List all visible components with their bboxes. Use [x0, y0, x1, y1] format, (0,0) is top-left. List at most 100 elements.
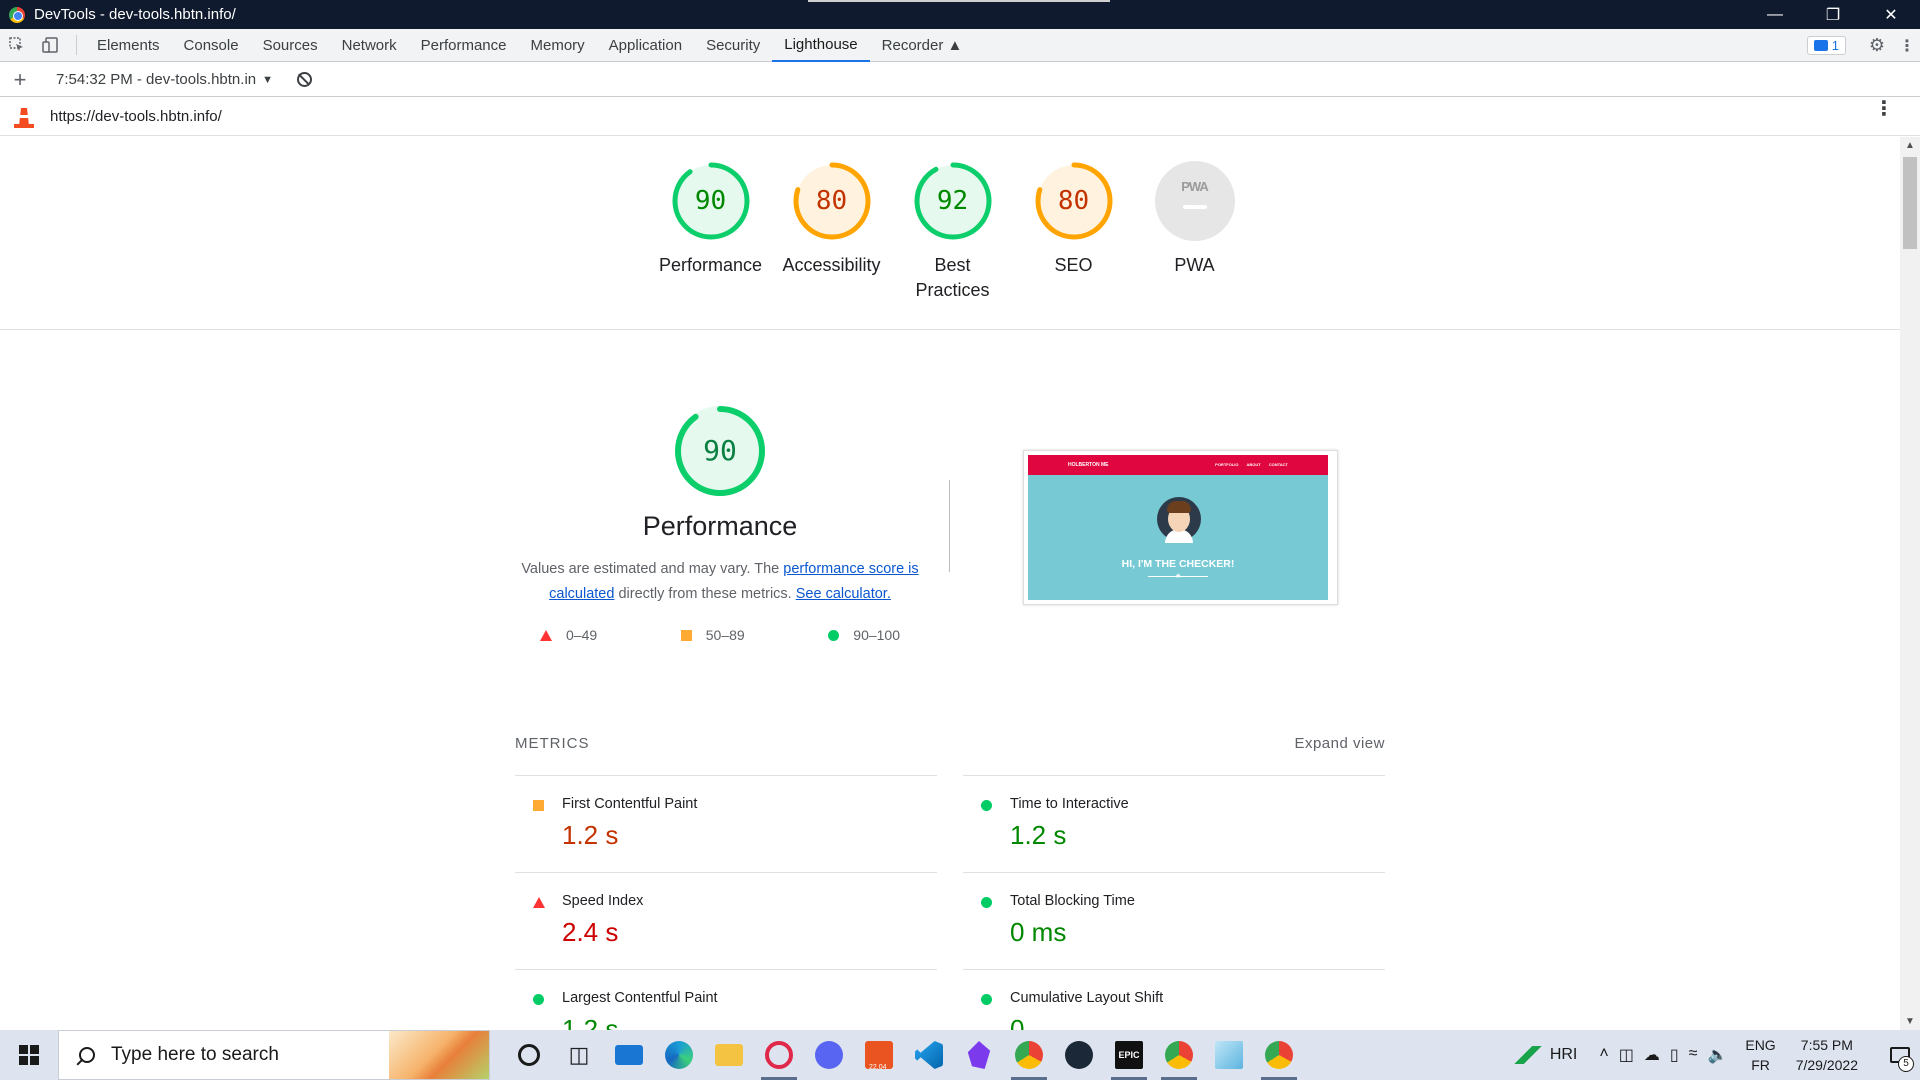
new-report-icon[interactable]: + [0, 67, 40, 93]
gauge-accessibility[interactable]: 80 Accessibility [771, 161, 892, 303]
tab-network[interactable]: Network [330, 29, 409, 62]
chrome-profile-icon[interactable] [1154, 1030, 1204, 1080]
report-menu-icon[interactable]: ⋮ [1874, 99, 1894, 119]
avatar [1157, 497, 1201, 543]
mail-icon[interactable] [604, 1030, 654, 1080]
clock-date: 7/29/2022 [1795, 1057, 1858, 1073]
metrics-grid: First Contentful Paint 1.2 s Time to Int… [515, 775, 1385, 1030]
tab-security[interactable]: Security [694, 29, 772, 62]
expand-view-toggle[interactable]: Expand view [1294, 735, 1385, 752]
gauge-label: Performance [658, 255, 763, 275]
tab-recorder-label: Recorder [881, 36, 944, 54]
scroll-down-icon[interactable]: ▼ [1905, 1016, 1915, 1027]
triangle-icon [540, 629, 552, 641]
tray-app-hri[interactable]: HRI [1513, 1046, 1578, 1064]
ubuntu-icon[interactable]: 22.04 [854, 1030, 904, 1080]
settings-icon[interactable]: ⚙ [1860, 29, 1894, 62]
edge-icon[interactable] [654, 1030, 704, 1080]
minimize-button[interactable]: — [1746, 0, 1804, 29]
lighthouse-logo-icon [14, 104, 34, 128]
performance-description: Values are estimated and may vary. The p… [510, 557, 930, 607]
vscode-icon[interactable] [904, 1030, 954, 1080]
gauge-score: 80 [815, 186, 848, 216]
report-select[interactable]: 7:54:32 PM - dev-tools.hbtn.in ▼ [40, 71, 273, 88]
restore-button[interactable]: ❐ [1804, 0, 1862, 29]
metric-title: Cumulative Layout Shift [1010, 990, 1164, 1006]
chrome-devtools-icon[interactable] [1254, 1030, 1304, 1080]
report-url-bar: https://dev-tools.hbtn.info/ ⋮ [0, 97, 1920, 136]
steam-icon[interactable] [1054, 1030, 1104, 1080]
gear-icon: ⚙ [1868, 35, 1886, 55]
screenshot-page: HOLBERTON ME PORTFOLIO ABOUT CONTACT HI,… [1028, 455, 1328, 600]
taskbar-search[interactable]: Type here to search [58, 1030, 490, 1080]
taskbar-clock[interactable]: 7:55 PM 7/29/2022 [1796, 1035, 1858, 1075]
gauge-best-practices[interactable]: 92 Best Practices [892, 161, 1013, 303]
tray-app-label: HRI [1549, 1046, 1578, 1063]
tab-console[interactable]: Console [172, 29, 251, 62]
tab-application[interactable]: Application [597, 29, 694, 62]
metric-title: Largest Contentful Paint [562, 990, 718, 1006]
inspect-element-icon[interactable] [0, 29, 34, 62]
final-screenshot[interactable]: HOLBERTON ME PORTFOLIO ABOUT CONTACT HI,… [1023, 450, 1338, 605]
obsidian-icon[interactable] [954, 1030, 1004, 1080]
square-icon [680, 629, 692, 641]
tab-elements[interactable]: Elements [85, 29, 172, 62]
volume-icon[interactable]: 🔈 [1707, 1045, 1727, 1065]
title-strip [808, 0, 1110, 2]
notepad-icon[interactable] [1204, 1030, 1254, 1080]
start-button[interactable] [0, 1030, 58, 1080]
device-toolbar-icon[interactable] [34, 29, 68, 62]
meet-now-icon[interactable]: ◫ [1619, 1045, 1634, 1065]
scrollbar-thumb[interactable] [1903, 157, 1917, 249]
screenshot-nav-link: ABOUT [1246, 462, 1261, 467]
gauge-pwa[interactable]: PWA PWA [1134, 161, 1255, 303]
tab-performance[interactable]: Performance [409, 29, 519, 62]
epic-games-icon[interactable]: EPIC [1104, 1030, 1154, 1080]
circle-icon [533, 994, 544, 1005]
discord-icon[interactable] [804, 1030, 854, 1080]
gauge-ring: 80 [1034, 161, 1114, 241]
metric-title: Total Blocking Time [1010, 893, 1135, 909]
report-scrollbar[interactable]: ▲ ▼ [1900, 137, 1920, 1030]
more-options-icon[interactable]: ⋮ [1894, 29, 1920, 62]
file-explorer-icon[interactable] [704, 1030, 754, 1080]
gauge-seo[interactable]: 80 SEO [1013, 161, 1134, 303]
gauge-label: PWA [1174, 255, 1215, 275]
metric-title: Time to Interactive [1010, 796, 1129, 812]
chevron-up-icon[interactable]: ˄ [1599, 1045, 1608, 1065]
search-highlight-illustration [389, 1031, 489, 1079]
opera-icon[interactable] [754, 1030, 804, 1080]
lang-top: ENG [1745, 1037, 1776, 1053]
issues-button[interactable]: 1 [1806, 36, 1846, 55]
report-url[interactable]: https://dev-tools.hbtn.info/ [50, 108, 222, 125]
tab-lighthouse[interactable]: Lighthouse [772, 29, 870, 62]
language-indicator[interactable]: ENG FR [1745, 1035, 1775, 1075]
gauge-performance[interactable]: 90 Performance [650, 161, 771, 303]
desc-prefix: Values are estimated and may vary. The [521, 561, 784, 577]
wifi-icon[interactable]: ≈ [1689, 1045, 1698, 1065]
metric-value: 2.4 s [562, 917, 619, 947]
cortana-icon[interactable] [504, 1030, 554, 1080]
close-button[interactable]: ✕ [1862, 0, 1920, 29]
battery-icon[interactable]: ▯ [1670, 1045, 1679, 1065]
onedrive-icon[interactable]: ☁ [1644, 1045, 1660, 1065]
legend-average-label: 50–89 [705, 627, 745, 643]
see-calculator-link[interactable]: See calculator. [796, 586, 891, 602]
report-select-label: 7:54:32 PM - dev-tools.hbtn.in [56, 71, 257, 88]
kebab-icon: ⋮ [1899, 37, 1915, 55]
notification-center[interactable]: 5 [1880, 1030, 1920, 1080]
tab-memory[interactable]: Memory [519, 29, 597, 62]
metrics-header: METRICS Expand view [515, 735, 1385, 752]
legend-pass-label: 90–100 [853, 627, 900, 643]
window-titlebar: DevTools - dev-tools.hbtn.info/ — ❐ ✕ [0, 0, 1920, 29]
scroll-up-icon[interactable]: ▲ [1905, 140, 1915, 151]
chrome-icon[interactable] [1004, 1030, 1054, 1080]
windows-taskbar: Type here to search ◫ 22.04 EPIC HRI ˄ ◫… [0, 1030, 1920, 1080]
tab-sources[interactable]: Sources [251, 29, 330, 62]
tab-recorder[interactable]: Recorder ▲ [870, 29, 975, 62]
task-view-icon[interactable]: ◫ [554, 1030, 604, 1080]
circle-icon [981, 800, 992, 811]
metric-value: 1.2 s [562, 820, 619, 850]
metric-value: 0 [1010, 1014, 1025, 1030]
clear-reports-icon[interactable] [297, 72, 313, 87]
